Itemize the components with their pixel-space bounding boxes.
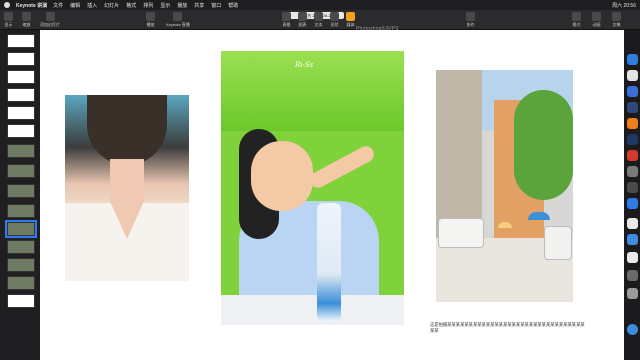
menu-help[interactable]: 帮助 bbox=[228, 2, 238, 9]
media-icon bbox=[346, 12, 355, 21]
document-button[interactable]: 文稿 bbox=[612, 12, 621, 28]
document-icon bbox=[612, 12, 621, 21]
format-icon bbox=[572, 12, 581, 21]
clock: 周六 20:56 bbox=[612, 2, 636, 9]
slide-thumbnail[interactable] bbox=[7, 294, 35, 308]
bottle bbox=[317, 203, 341, 321]
slide-thumbnail[interactable] bbox=[7, 144, 35, 158]
photo-signature: Ri-Ss bbox=[295, 61, 314, 69]
slide[interactable]: Ri-Ss 这是拍摄某某某某某某某某某某某某某某某某某某某某某某某某某某某某某某… bbox=[40, 30, 624, 360]
add-slide-button[interactable]: 添加幻灯片 bbox=[40, 12, 60, 28]
app-icon[interactable] bbox=[627, 218, 638, 229]
menu-file[interactable]: 文件 bbox=[53, 2, 63, 9]
menu-play[interactable]: 播放 bbox=[177, 2, 187, 9]
menu-arrange[interactable]: 排列 bbox=[143, 2, 153, 9]
menu-share[interactable]: 共享 bbox=[194, 2, 204, 9]
app-icon[interactable] bbox=[627, 150, 638, 161]
lightroom-icon[interactable] bbox=[627, 102, 638, 113]
slide-canvas: Ri-Ss 这是拍摄某某某某某某某某某某某某某某某某某某某某某某某某某某某某某某… bbox=[40, 30, 624, 360]
shape-icon bbox=[330, 12, 339, 21]
portrait-photo[interactable] bbox=[65, 95, 189, 281]
animate-icon bbox=[592, 12, 601, 21]
zoom-button[interactable]: 缩放 bbox=[22, 12, 31, 28]
collaborate-icon bbox=[466, 12, 475, 21]
slide-thumbnail[interactable] bbox=[7, 88, 35, 102]
photoshop-icon[interactable] bbox=[627, 134, 638, 145]
collaborate-button[interactable]: 协作 bbox=[466, 12, 475, 28]
app-icon[interactable] bbox=[627, 234, 638, 245]
slide-thumbnail-selected[interactable] bbox=[5, 220, 37, 238]
slide-thumbnail[interactable] bbox=[7, 52, 35, 66]
app-icon[interactable] bbox=[627, 270, 638, 281]
status-area: 周六 20:56 bbox=[612, 2, 636, 9]
zoom-icon bbox=[22, 12, 31, 21]
chrome-icon[interactable] bbox=[627, 252, 638, 263]
app-icon[interactable] bbox=[627, 86, 638, 97]
view-icon bbox=[4, 12, 13, 21]
dock bbox=[624, 30, 640, 360]
slide-thumbnail[interactable] bbox=[7, 240, 35, 254]
slide-thumbnail[interactable] bbox=[7, 164, 35, 178]
street-photo[interactable] bbox=[436, 70, 573, 302]
text-icon bbox=[314, 12, 323, 21]
animate-button[interactable]: 动画 bbox=[592, 12, 601, 28]
slide-thumbnail[interactable] bbox=[7, 106, 35, 120]
slide-thumbnail[interactable] bbox=[7, 204, 35, 218]
toolbar: 未命名 2020-08-26 显示 缩放 添加幻灯片 播放 Keynote 直播… bbox=[0, 10, 640, 32]
app-icon[interactable] bbox=[627, 166, 638, 177]
menu-format[interactable]: 格式 bbox=[126, 2, 136, 9]
slide-navigator bbox=[0, 30, 40, 360]
menu-window[interactable]: 窗口 bbox=[211, 2, 221, 9]
app-icon[interactable] bbox=[627, 182, 638, 193]
slide-thumbnail[interactable] bbox=[7, 184, 35, 198]
play-icon bbox=[146, 12, 155, 21]
slide-caption[interactable]: 这是拍摄某某某某某某某某某某某某某某某某某某某某某某某某某某某某某某某某某某 bbox=[430, 322, 585, 334]
keynote-live-icon bbox=[173, 12, 183, 21]
media-button[interactable]: 媒体 bbox=[346, 12, 355, 28]
keynote-live-button[interactable]: Keynote 直播 bbox=[166, 12, 190, 28]
app-icon[interactable] bbox=[627, 70, 638, 81]
slide-thumbnail[interactable] bbox=[7, 70, 35, 84]
menu-view[interactable]: 显示 bbox=[160, 2, 170, 9]
slide-thumbnail[interactable] bbox=[7, 34, 35, 48]
app-name[interactable]: Keynote 讲演 bbox=[16, 2, 47, 9]
chart-icon bbox=[298, 12, 307, 21]
assistant-icon[interactable] bbox=[627, 324, 638, 335]
chart-button[interactable]: 图表 bbox=[298, 12, 307, 28]
apple-icon[interactable] bbox=[4, 2, 10, 8]
table-icon bbox=[282, 12, 291, 21]
table-button[interactable]: 表格 bbox=[282, 12, 291, 28]
app-icon[interactable] bbox=[627, 198, 638, 209]
play-button[interactable]: 播放 bbox=[146, 12, 155, 28]
slide-thumbnail[interactable] bbox=[7, 276, 35, 290]
format-button[interactable]: 格式 bbox=[572, 12, 581, 28]
menu-insert[interactable]: 插入 bbox=[87, 2, 97, 9]
slide-thumbnail[interactable] bbox=[7, 258, 35, 272]
app-icon[interactable] bbox=[627, 118, 638, 129]
menu-bar: Keynote 讲演 文件 编辑 插入 幻灯片 格式 排列 显示 播放 共享 窗… bbox=[0, 0, 640, 10]
menu-edit[interactable]: 编辑 bbox=[70, 2, 80, 9]
add-slide-icon bbox=[45, 12, 55, 21]
view-button[interactable]: 显示 bbox=[4, 12, 13, 28]
text-button[interactable]: 文本 bbox=[314, 12, 323, 28]
app-icon[interactable] bbox=[627, 288, 638, 299]
slide-thumbnail[interactable] bbox=[7, 124, 35, 138]
app-icon[interactable] bbox=[627, 54, 638, 65]
child-photo[interactable]: Ri-Ss bbox=[221, 51, 404, 325]
shape-button[interactable]: 形状 bbox=[330, 12, 339, 28]
menu-slide[interactable]: 幻灯片 bbox=[104, 2, 119, 9]
